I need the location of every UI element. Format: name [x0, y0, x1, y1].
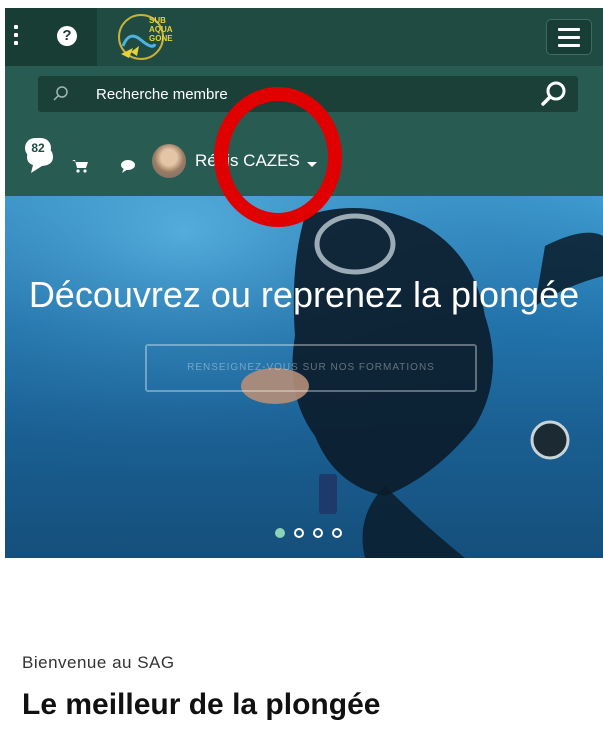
club-logo[interactable]: SUB AQUA GONE	[111, 10, 177, 64]
topbar-tools: ?	[5, 8, 97, 66]
search-icon	[53, 86, 68, 101]
hamburger-menu-button[interactable]	[546, 19, 592, 55]
cart-icon[interactable]	[72, 159, 88, 173]
messages-icon[interactable]	[120, 158, 138, 174]
hero-cta-button[interactable]: RENSEIGNEZ-VOUS SUR NOS FORMATIONS	[145, 344, 477, 392]
red-circle-annotation	[214, 87, 342, 227]
logo-text-aqua: AQUA	[149, 25, 173, 34]
hero-carousel: Découvrez ou reprenez la plongée RENSEIG…	[5, 196, 603, 558]
carousel-dot-2[interactable]	[294, 528, 304, 538]
notification-count-badge: 82	[25, 138, 51, 158]
search-submit-icon[interactable]	[538, 79, 570, 109]
hero-title: Découvrez ou reprenez la plongée	[28, 274, 580, 315]
carousel-dot-4[interactable]	[332, 528, 342, 538]
carousel-dot-3[interactable]	[313, 528, 323, 538]
section-title: Le meilleur de la plongée	[22, 688, 381, 721]
more-menu-icon[interactable]	[11, 22, 21, 48]
welcome-subtitle: Bienvenue au SAG	[22, 653, 175, 672]
logo-text-sub: SUB	[149, 16, 166, 25]
logo-text-gone: GONE	[149, 34, 173, 43]
top-navbar: ? SUB AQUA GONE	[5, 8, 603, 66]
user-avatar[interactable]	[152, 144, 186, 178]
page: ? SUB AQUA GONE 82	[5, 8, 603, 738]
carousel-dot-1[interactable]	[275, 528, 285, 538]
help-icon[interactable]: ?	[57, 26, 77, 46]
carousel-indicators	[275, 528, 342, 538]
